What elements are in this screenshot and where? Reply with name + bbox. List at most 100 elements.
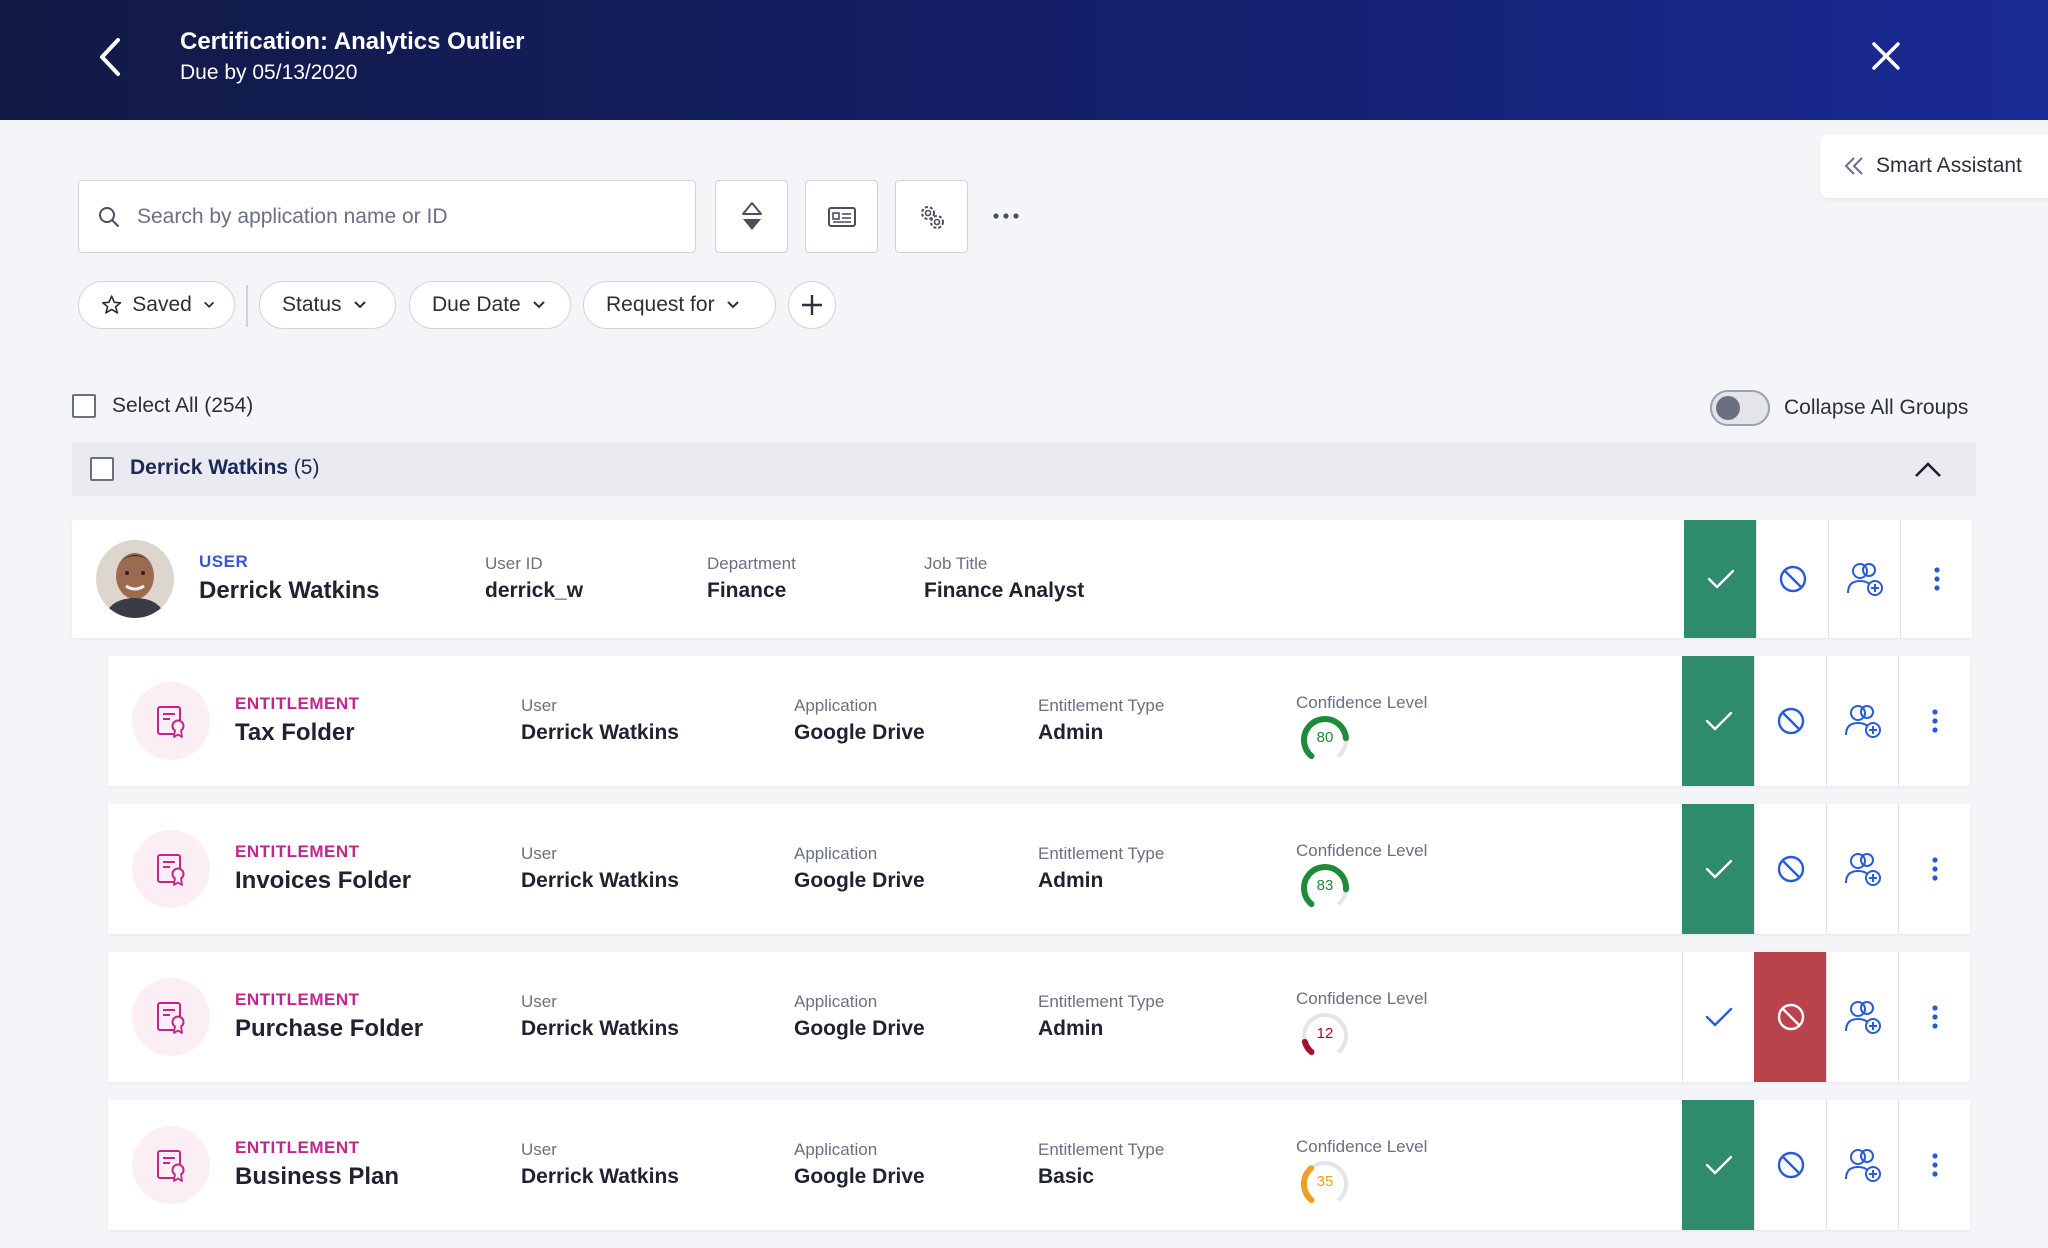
settings-button[interactable] — [895, 180, 968, 253]
group-header: Derrick Watkins (5) — [72, 442, 1976, 496]
user-add-icon — [1846, 563, 1883, 596]
row-menu-button[interactable] — [1898, 804, 1970, 934]
entitlement-application: Google Drive — [794, 1017, 925, 1040]
reassign-button[interactable] — [1826, 952, 1898, 1082]
chevron-down-icon — [353, 301, 366, 309]
revoke-button[interactable] — [1754, 952, 1826, 1082]
id-card-icon — [827, 206, 856, 227]
approve-button[interactable] — [1682, 656, 1754, 786]
field-label: Entitlement Type — [1038, 992, 1165, 1011]
add-filter-button[interactable] — [788, 281, 836, 329]
filter-saved[interactable]: Saved — [78, 281, 235, 329]
entitlement-type: Admin — [1038, 1017, 1104, 1040]
user-add-icon — [1844, 1001, 1881, 1034]
group-name: Derrick Watkins — [130, 456, 288, 479]
entitlement-name: Invoices Folder — [235, 867, 412, 894]
star-icon — [101, 295, 122, 314]
revoke-button[interactable] — [1754, 1100, 1826, 1230]
sort-button[interactable] — [715, 180, 788, 253]
certificate-icon — [157, 854, 185, 886]
kebab-icon — [1931, 709, 1938, 733]
approve-button[interactable] — [1682, 952, 1754, 1082]
search-field[interactable] — [78, 180, 696, 253]
filter-request-for[interactable]: Request for — [583, 281, 776, 329]
back-button[interactable] — [90, 32, 130, 82]
approve-button[interactable] — [1682, 1100, 1754, 1230]
select-all-label: Select All (254) — [112, 394, 254, 417]
chevron-down-icon — [203, 301, 214, 309]
smart-assistant-button[interactable]: Smart Assistant — [1820, 134, 2048, 198]
confidence-value: 80 — [1316, 729, 1334, 746]
row-menu-button[interactable] — [1898, 952, 1970, 1082]
close-icon — [1872, 42, 1900, 70]
revoke-button[interactable] — [1754, 656, 1826, 786]
user-add-icon — [1844, 705, 1881, 738]
search-input[interactable] — [137, 204, 657, 229]
approve-button[interactable] — [1682, 804, 1754, 934]
row-menu-button[interactable] — [1898, 656, 1970, 786]
field-label: Job Title — [924, 554, 988, 573]
entitlement-card: ENTITLEMENT Purchase Folder User Derrick… — [108, 952, 1970, 1082]
select-all-row: Select All (254) — [72, 394, 253, 418]
chevron-left-icon — [100, 38, 120, 76]
row-menu-button[interactable] — [1900, 520, 1972, 638]
user-add-icon — [1844, 853, 1881, 886]
page-header: Certification: Analytics Outlier Due by … — [0, 0, 2048, 120]
double-chevron-left-icon — [1844, 157, 1863, 175]
chevron-down-icon — [533, 301, 545, 309]
search-icon — [99, 206, 119, 227]
filter-status[interactable]: Status — [259, 281, 396, 329]
field-label: Confidence Level — [1296, 693, 1428, 712]
view-button[interactable] — [805, 180, 878, 253]
confidence-gauge: 35 — [1298, 1157, 1352, 1211]
revoke-button[interactable] — [1754, 804, 1826, 934]
select-all-checkbox[interactable] — [72, 394, 96, 418]
entitlement-user: Derrick Watkins — [521, 1165, 679, 1188]
avatar — [96, 540, 174, 618]
field-label: User — [521, 1140, 557, 1159]
more-options-button[interactable] — [986, 198, 1026, 234]
close-button[interactable] — [1868, 38, 1904, 74]
gears-icon — [920, 205, 944, 229]
user-name: Derrick Watkins — [199, 577, 380, 604]
field-label: Application — [794, 992, 878, 1011]
chevron-up-icon[interactable] — [1910, 452, 1946, 488]
sort-icon — [741, 201, 762, 230]
chevron-down-icon — [726, 301, 739, 309]
field-label: User ID — [485, 554, 543, 573]
field-label: Entitlement Type — [1038, 844, 1165, 863]
row-menu-button[interactable] — [1898, 1100, 1970, 1230]
field-label: Entitlement Type — [1038, 696, 1165, 715]
field-label: User — [521, 992, 557, 1011]
job-title: Finance Analyst — [924, 579, 1085, 602]
group-checkbox[interactable] — [90, 457, 114, 481]
reassign-button[interactable] — [1826, 804, 1898, 934]
reassign-button[interactable] — [1826, 656, 1898, 786]
entitlement-avatar — [132, 978, 210, 1056]
group-title: Derrick Watkins (5) — [130, 456, 319, 480]
filter-divider — [246, 285, 248, 327]
page-title: Certification: Analytics Outlier — [180, 28, 525, 55]
reassign-button[interactable] — [1826, 1100, 1898, 1230]
field-label: Confidence Level — [1296, 989, 1428, 1008]
entitlement-name: Business Plan — [235, 1163, 400, 1190]
filter-due-date[interactable]: Due Date — [409, 281, 571, 329]
check-icon — [1705, 1007, 1732, 1027]
entitlement-card: ENTITLEMENT Invoices Folder User Derrick… — [108, 804, 1970, 934]
field-label: Entitlement Type — [1038, 1140, 1165, 1159]
confidence-value: 83 — [1316, 877, 1334, 894]
user-id: derrick_w — [485, 579, 584, 602]
field-label: Confidence Level — [1296, 1137, 1428, 1156]
certificate-icon — [157, 706, 185, 738]
reassign-button[interactable] — [1828, 520, 1900, 638]
revoke-button[interactable] — [1756, 520, 1828, 638]
collapse-all-toggle[interactable] — [1710, 390, 1770, 426]
confidence-value: 35 — [1316, 1173, 1334, 1190]
entitlement-avatar — [132, 682, 210, 760]
field-label: User — [521, 844, 557, 863]
entitlement-type: Admin — [1038, 721, 1104, 744]
filter-label: Due Date — [432, 293, 521, 316]
block-icon — [1779, 565, 1806, 593]
item-kind: ENTITLEMENT — [235, 694, 360, 713]
approve-button[interactable] — [1684, 520, 1756, 638]
